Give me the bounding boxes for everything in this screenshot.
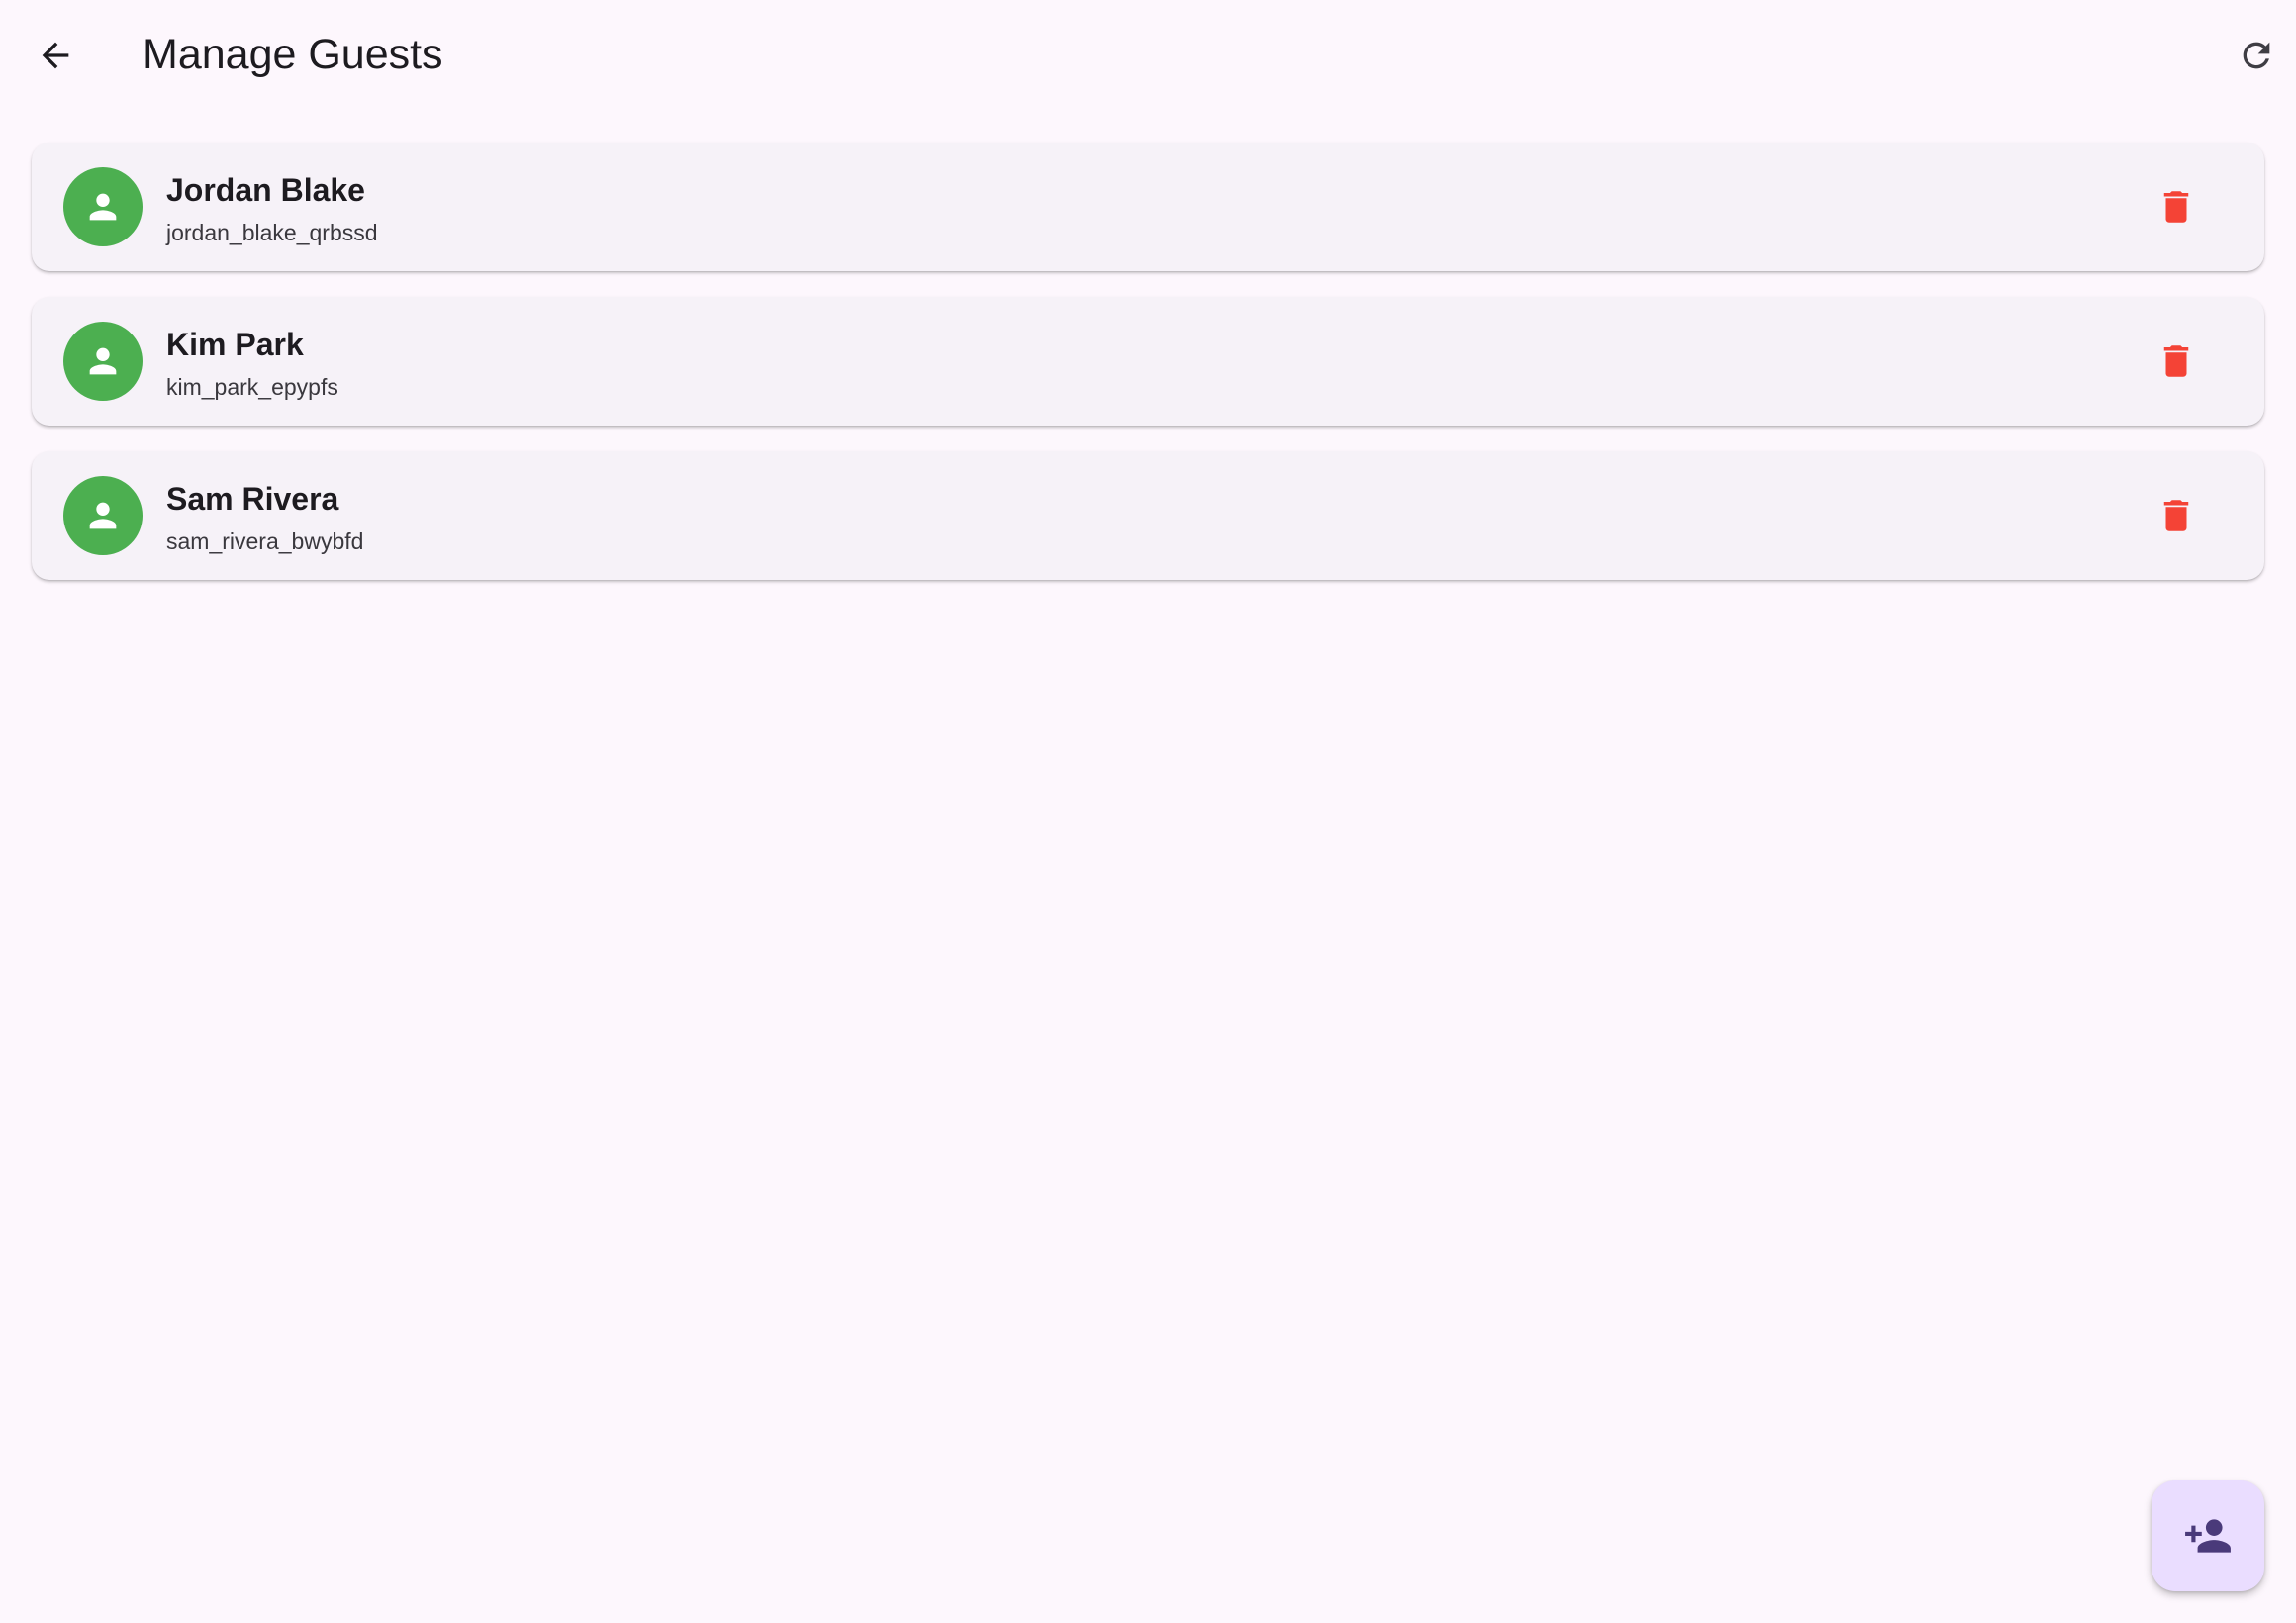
person-icon (89, 347, 117, 375)
delete-icon (2163, 191, 2189, 223)
guest-list-item[interactable]: Jordan Blake jordan_blake_qrbssd (32, 143, 2264, 271)
guest-name: Jordan Blake (166, 172, 365, 208)
guest-username: jordan_blake_qrbssd (166, 220, 378, 245)
person-add-icon (2185, 1519, 2231, 1553)
delete-guest-button[interactable] (2141, 171, 2212, 242)
guest-username: sam_rivera_bwybfd (166, 528, 364, 554)
delete-icon (2163, 345, 2189, 377)
delete-guest-button[interactable] (2141, 326, 2212, 397)
guest-name: Kim Park (166, 327, 304, 362)
avatar (63, 476, 143, 555)
person-icon (89, 193, 117, 221)
guest-list-item[interactable]: Kim Park kim_park_epypfs (32, 297, 2264, 426)
delete-icon (2163, 500, 2189, 531)
add-guest-button[interactable] (2152, 1480, 2264, 1591)
delete-guest-button[interactable] (2141, 480, 2212, 551)
avatar (63, 322, 143, 401)
guest-list-item[interactable]: Sam Rivera sam_rivera_bwybfd (32, 451, 2264, 580)
manage-guests-screen: Manage Guests Jordan Blake jordan_blake_… (0, 0, 2296, 1623)
guest-list: Jordan Blake jordan_blake_qrbssd Kim Par… (32, 143, 2264, 606)
avatar (63, 167, 143, 246)
refresh-button[interactable] (2221, 20, 2292, 91)
back-button[interactable] (20, 20, 91, 91)
guest-username: kim_park_epypfs (166, 374, 338, 400)
page-title: Manage Guests (143, 31, 443, 78)
refresh-icon (2243, 42, 2270, 69)
person-icon (89, 502, 117, 529)
arrow-back-icon (42, 42, 69, 69)
guest-name: Sam Rivera (166, 481, 339, 517)
app-bar: Manage Guests (0, 0, 2296, 111)
